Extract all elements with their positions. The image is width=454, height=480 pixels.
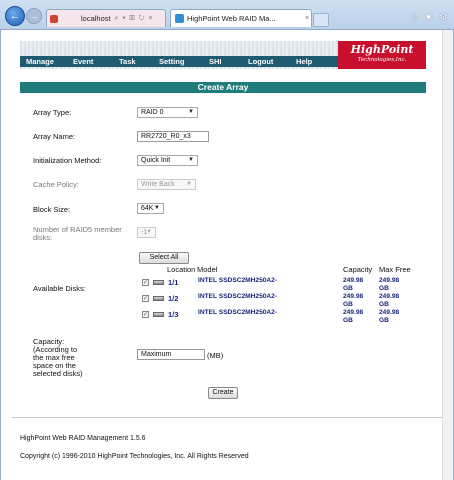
chevron-down-icon: ▼ (186, 181, 192, 187)
logo-main-text: HighPoint (350, 43, 414, 56)
capacity-input[interactable]: Maximum (137, 349, 205, 360)
cache-policy-select: Write Back ▼ (137, 179, 196, 190)
capacity-unit: (MB) (207, 351, 224, 360)
col-max-free-header: Max Free (379, 265, 411, 274)
address-tools-icons[interactable]: ⌕ ▾ ☒ ↻ × (115, 15, 154, 23)
address-bar[interactable]: localhost ⌕ ▾ ☒ ↻ × (46, 9, 166, 27)
capacity-label-line: selected disks) (33, 369, 83, 378)
block-size-select[interactable]: 64K ▼ (137, 203, 164, 214)
home-icon[interactable]: ⌂ (412, 12, 418, 23)
page-title: Create Array (20, 82, 426, 93)
cache-policy-label: Cache Policy: (33, 180, 79, 189)
tab-title: HighPoint Web RAID Ma... (187, 14, 276, 23)
cache-policy-value: Write Back (141, 181, 175, 188)
menu-logout[interactable]: Logout (248, 56, 273, 67)
disk-capacity: 249.98 GB (343, 309, 364, 324)
chevron-down-icon: ▼ (188, 109, 194, 115)
init-method-select[interactable]: Quick Init ▼ (137, 155, 198, 166)
raid5-members-select: -1 ▼ (137, 227, 156, 238)
disk-location: 1/2 (168, 294, 179, 303)
disk-capacity: 249.98 GB (343, 277, 364, 292)
disk-checkbox[interactable]: ✓ (142, 295, 149, 302)
menu-setting[interactable]: Setting (159, 56, 184, 67)
browser-right-icons: ⌂ ★ ⚙ (412, 12, 448, 23)
disk-location: 1/3 (168, 310, 179, 319)
page-favicon-icon (175, 14, 184, 23)
available-disks-label: Available Disks: (33, 284, 86, 293)
footer-divider (12, 417, 442, 418)
menu-task[interactable]: Task (119, 56, 136, 67)
disk-max-free: 249.98 GB (379, 309, 400, 324)
chevron-down-icon: ▼ (154, 205, 160, 211)
favorites-star-icon[interactable]: ★ (424, 12, 433, 23)
block-size-label: Block Size: (33, 205, 71, 214)
browser-tab[interactable]: HighPoint Web RAID Ma... × (170, 9, 312, 27)
main-menu: Manage Event Task Setting SHI Logout Hel… (20, 56, 338, 67)
hard-disk-icon (153, 312, 164, 317)
menu-help[interactable]: Help (296, 56, 312, 67)
disk-location: 1/1 (168, 278, 179, 287)
disk-row: ✓ 1/3 INTEL SSDSC2MH250A2- 249.98 GB 249… (142, 309, 412, 325)
raid5-members-label-line2: disks: (33, 233, 53, 242)
tab-close-icon[interactable]: × (305, 15, 309, 22)
select-all-button[interactable]: Select All (139, 252, 189, 264)
create-button[interactable]: Create (208, 387, 238, 399)
address-text: localhost (81, 14, 111, 23)
array-type-select[interactable]: RAID 0 ▼ (137, 107, 198, 118)
disk-row: ✓ 1/1 INTEL SSDSC2MH250A2- 249.98 GB 249… (142, 277, 412, 293)
back-button[interactable]: ← (5, 6, 25, 26)
settings-gear-icon[interactable]: ⚙ (439, 12, 448, 23)
copyright-text: Copyright (c) 1996-2010 HighPoint Techno… (20, 453, 249, 460)
array-name-input[interactable]: RR2720_R0_x3 (137, 131, 209, 142)
new-tab-button[interactable] (313, 13, 329, 27)
array-name-label: Array Name: (33, 132, 76, 141)
init-method-label: Initialization Method: (33, 156, 102, 165)
highpoint-logo: HighPoint Technologies,Inc. (338, 41, 426, 69)
hard-disk-icon (153, 296, 164, 301)
forward-button[interactable]: → (26, 8, 42, 24)
menu-event[interactable]: Event (73, 56, 93, 67)
chevron-down-icon: ▼ (146, 229, 152, 235)
site-icon (50, 14, 58, 23)
col-model-header: Model (197, 265, 218, 274)
col-capacity-header: Capacity (343, 265, 373, 274)
page-viewport (0, 30, 454, 480)
disk-model: INTEL SSDSC2MH250A2- (198, 293, 278, 300)
chevron-down-icon: ▼ (188, 157, 194, 163)
disk-capacity: 249.98 GB (343, 293, 364, 308)
arrow-right-icon: → (29, 11, 39, 21)
disk-model: INTEL SSDSC2MH250A2- (198, 309, 278, 316)
disk-max-free: 249.98 GB (379, 277, 400, 292)
disk-model: INTEL SSDSC2MH250A2- (198, 277, 278, 284)
product-version: HighPoint Web RAID Management 1.5.6 (20, 435, 146, 442)
menu-manage[interactable]: Manage (26, 56, 54, 67)
array-type-value: RAID 0 (141, 109, 164, 116)
hard-disk-icon (153, 280, 164, 285)
init-method-value: Quick Init (141, 157, 171, 164)
disk-checkbox[interactable]: ✓ (142, 279, 149, 286)
disk-max-free: 249.98 GB (379, 293, 400, 308)
arrow-left-icon: ← (9, 10, 21, 22)
disk-checkbox[interactable]: ✓ (142, 311, 149, 318)
block-size-value: 64K (141, 205, 154, 212)
browser-toolbar: ← → localhost ⌕ ▾ ☒ ↻ × HighPoint Web RA… (0, 0, 454, 30)
array-type-label: Array Type: (33, 108, 72, 117)
disk-row: ✓ 1/2 INTEL SSDSC2MH250A2- 249.98 GB 249… (142, 293, 412, 309)
col-location-header: Location (167, 265, 196, 274)
logo-sub-text: Technologies,Inc. (357, 57, 407, 63)
menu-shi[interactable]: SHI (209, 56, 222, 67)
scrollbar-track[interactable] (442, 30, 453, 480)
